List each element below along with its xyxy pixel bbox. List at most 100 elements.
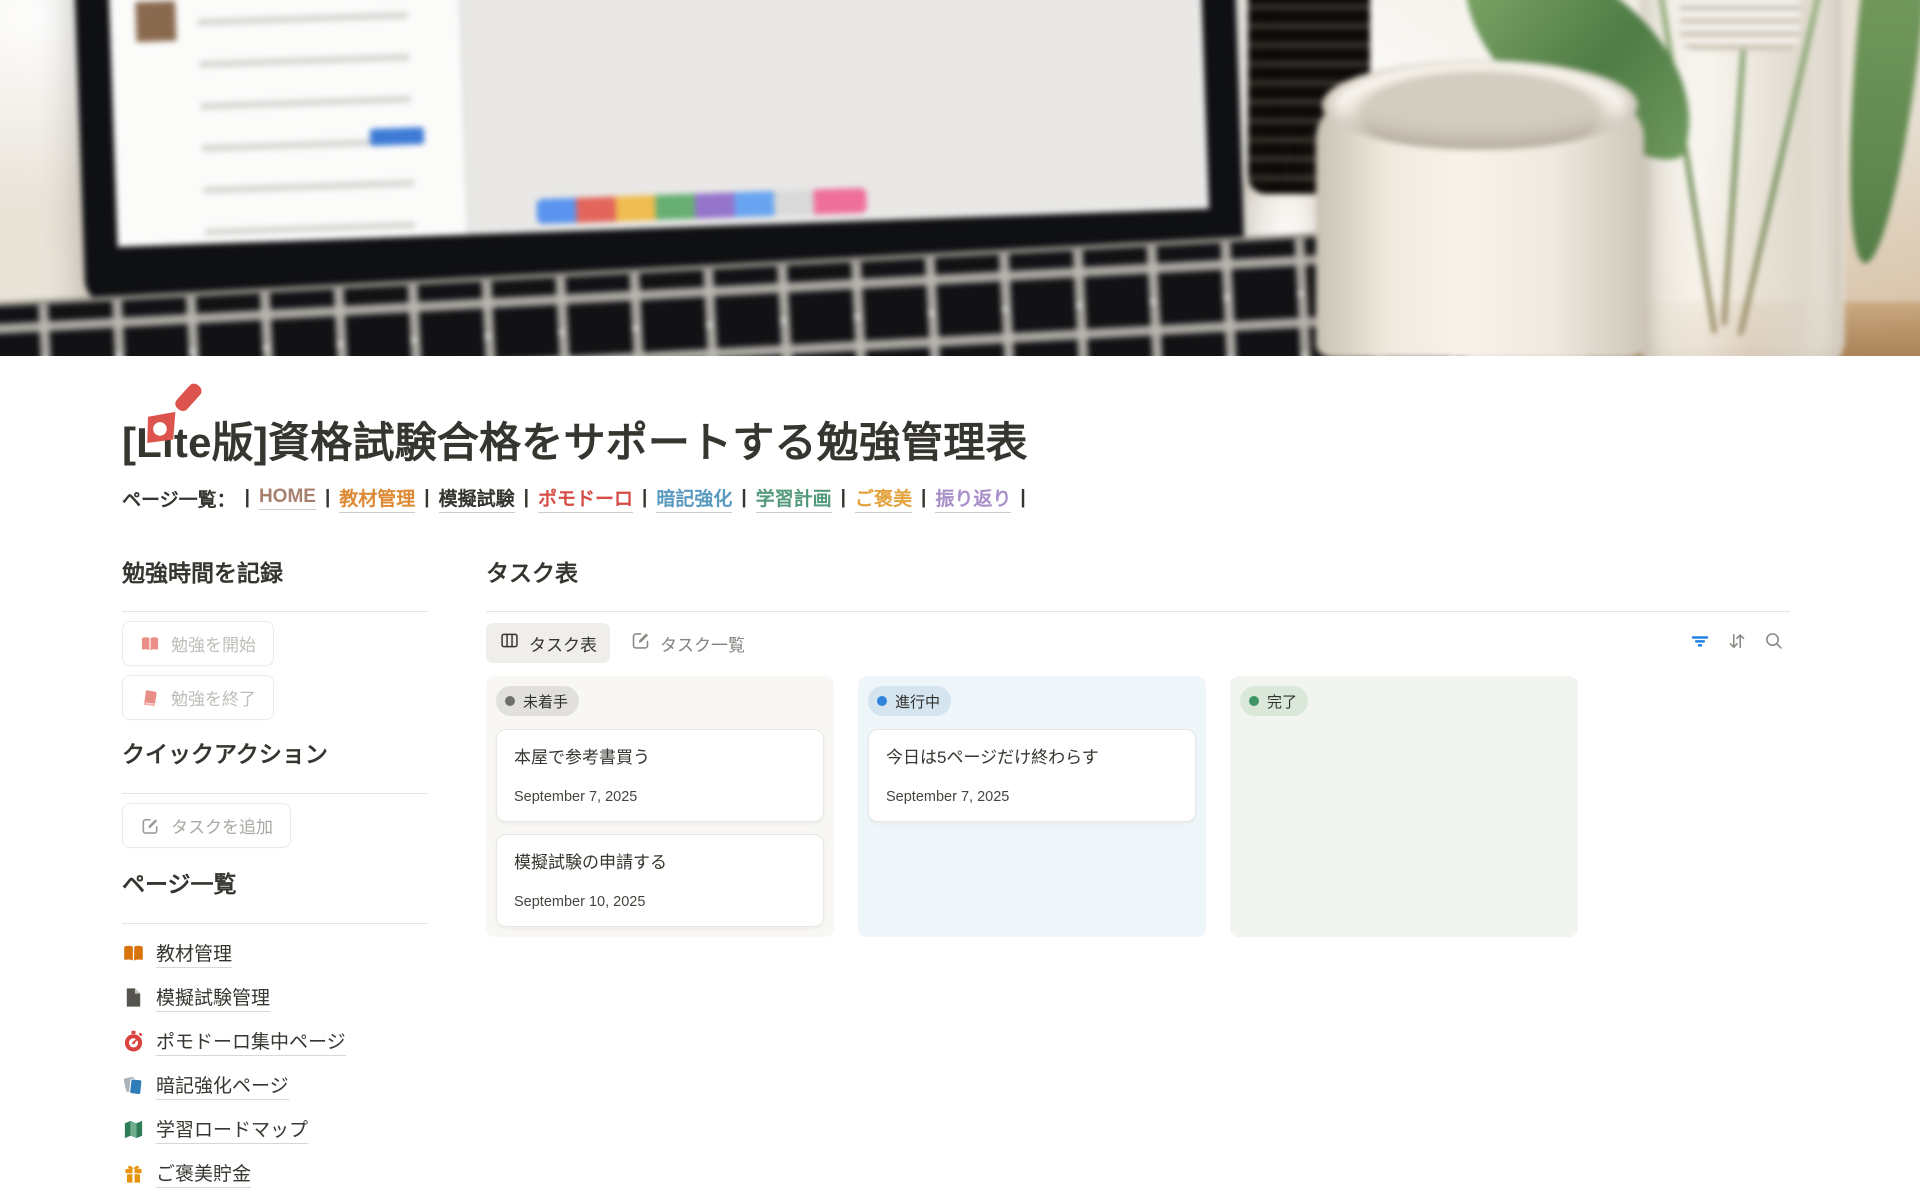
task-card-title: 模擬試験の申請する (514, 851, 806, 875)
board-heading: タスク表 (486, 559, 1790, 588)
tab-task-list[interactable]: タスク一覧 (617, 623, 758, 663)
page-title: [Lite版]資格試験合格をサポートする勉強管理表 (122, 418, 1790, 468)
nav-label: ページ一覧： (122, 485, 236, 512)
cover-image (0, 0, 1920, 356)
status-badge-in-progress[interactable]: 進行中 (868, 686, 951, 716)
nav-link-home[interactable]: HOME (259, 486, 316, 510)
page-item-memorization[interactable]: 暗記強化ページ (122, 1071, 428, 1100)
divider (122, 923, 428, 924)
task-card[interactable]: 今日は5ページだけ終わらす September 7, 2025 (868, 729, 1196, 822)
cover-art (0, 0, 1920, 356)
kanban-board: 未着手 本屋で参考書買う September 7, 2025 模擬試験の申請する… (486, 676, 1790, 937)
page-item-reward-savings[interactable]: ご褒美貯金 (122, 1159, 428, 1188)
page-item-label: ポモドーロ集中ページ (156, 1027, 346, 1056)
sort-icon (1726, 630, 1748, 657)
nav-separator: | (524, 487, 529, 509)
filter-icon (1689, 630, 1711, 657)
open-book-icon (122, 942, 145, 965)
add-task-label: タスクを追加 (171, 813, 273, 838)
page-content: [Lite版]資格試験合格をサポートする勉強管理表 ページ一覧： | HOME … (0, 418, 1920, 1188)
page-item-label: 学習ロードマップ (156, 1115, 308, 1144)
status-dot (505, 696, 515, 706)
nav-link-study-plan[interactable]: 学習計画 (756, 484, 832, 513)
task-card-title: 今日は5ページだけ終わらす (886, 746, 1178, 770)
quick-action-heading: クイックアクション (122, 740, 428, 769)
task-card[interactable]: 本屋で参考書買う September 7, 2025 (496, 729, 824, 822)
status-badge-done[interactable]: 完了 (1240, 686, 1308, 716)
page-list-heading: ページ一覧 (122, 870, 428, 899)
view-tabs-row: タスク表 タスク一覧 (486, 620, 1790, 666)
compose-icon (140, 816, 160, 836)
page-item-label: ご褒美貯金 (156, 1159, 251, 1188)
page-item-pomodoro[interactable]: ポモドーロ集中ページ (122, 1027, 428, 1056)
cover-plant-stem (1738, 0, 1824, 336)
cover-bottle-neck (1680, 0, 1800, 50)
nav-separator: | (325, 487, 330, 509)
task-card-date: September 7, 2025 (886, 789, 1178, 805)
red-pen-nib-icon (128, 445, 208, 462)
start-study-label: 勉強を開始 (171, 631, 256, 656)
nav-link-memorization[interactable]: 暗記強化 (656, 484, 732, 513)
kanban-column-done: 完了 (1230, 676, 1578, 937)
page-item-materials[interactable]: 教材管理 (122, 939, 428, 968)
page-list: 教材管理 模擬試験管理 (122, 939, 428, 1188)
status-badge-not-started[interactable]: 未着手 (496, 686, 579, 716)
timer-icon (122, 1030, 145, 1053)
status-label: 進行中 (895, 691, 940, 712)
gift-icon (122, 1162, 145, 1185)
nav-separator: | (424, 487, 429, 509)
kanban-column-in-progress: 進行中 今日は5ページだけ終わらす September 7, 2025 (858, 676, 1206, 937)
status-label: 完了 (1267, 691, 1297, 712)
nav-link-pomodoro[interactable]: ポモドーロ (538, 484, 633, 513)
closed-book-icon (140, 688, 160, 708)
cover-mug-rim (1322, 60, 1638, 150)
page-item-label: 模擬試験管理 (156, 983, 270, 1012)
task-card[interactable]: 模擬試験の申請する September 10, 2025 (496, 834, 824, 927)
nav-link-reflection[interactable]: 振り返り (935, 484, 1011, 513)
card-list: 今日は5ページだけ終わらす September 7, 2025 (868, 729, 1196, 822)
tab-task-board[interactable]: タスク表 (486, 623, 610, 663)
nav-link-materials[interactable]: 教材管理 (339, 484, 415, 513)
kanban-column-not-started: 未着手 本屋で参考書買う September 7, 2025 模擬試験の申請する… (486, 676, 834, 937)
nav-link-mock-exam[interactable]: 模擬試験 (439, 484, 515, 513)
status-label: 未着手 (523, 691, 568, 712)
page-item-label: 教材管理 (156, 939, 232, 968)
search-button[interactable] (1758, 627, 1790, 659)
page-item-label: 暗記強化ページ (156, 1071, 289, 1100)
cover-webpage-sidebar (98, 0, 469, 247)
start-study-button[interactable]: 勉強を開始 (122, 621, 274, 666)
cover-laptop-webpage (98, 0, 1209, 247)
page-item-roadmap[interactable]: 学習ロードマップ (122, 1115, 428, 1144)
status-dot (1249, 696, 1259, 706)
nav-separator: | (841, 487, 846, 509)
divider (486, 611, 1790, 612)
task-card-date: September 10, 2025 (514, 894, 806, 910)
open-book-icon (140, 634, 160, 654)
page-item-mock-exam[interactable]: 模擬試験管理 (122, 983, 428, 1012)
nav-link-reward[interactable]: ご褒美 (855, 484, 912, 513)
compose-icon (630, 630, 651, 656)
end-study-label: 勉強を終了 (171, 685, 256, 710)
status-dot (877, 696, 887, 706)
cover-mac-dock (536, 188, 867, 225)
sort-button[interactable] (1721, 627, 1753, 659)
search-icon (1763, 630, 1785, 657)
board-columns-icon (499, 630, 520, 656)
nav-separator: | (245, 487, 250, 509)
nav-separator: | (741, 487, 746, 509)
add-task-button[interactable]: タスクを追加 (122, 803, 291, 848)
document-icon (122, 986, 145, 1009)
task-card-title: 本屋で参考書買う (514, 746, 806, 770)
nav-separator: | (921, 487, 926, 509)
main-column: タスク表 タスク表 (486, 559, 1790, 1188)
page-nav-links: ページ一覧： | HOME | 教材管理 | 模擬試験 | ポモドーロ | 暗記… (122, 484, 1790, 513)
study-time-heading: 勉強時間を記録 (122, 559, 428, 588)
page-icon-pen[interactable] (128, 378, 208, 458)
filter-button[interactable] (1684, 627, 1716, 659)
map-icon (122, 1118, 145, 1141)
nav-separator: | (1020, 487, 1025, 509)
task-card-date: September 7, 2025 (514, 789, 806, 805)
card-list: 本屋で参考書買う September 7, 2025 模擬試験の申請する Sep… (496, 729, 824, 927)
left-column: 勉強時間を記録 勉強を開始 (122, 559, 428, 1188)
end-study-button[interactable]: 勉強を終了 (122, 675, 274, 720)
